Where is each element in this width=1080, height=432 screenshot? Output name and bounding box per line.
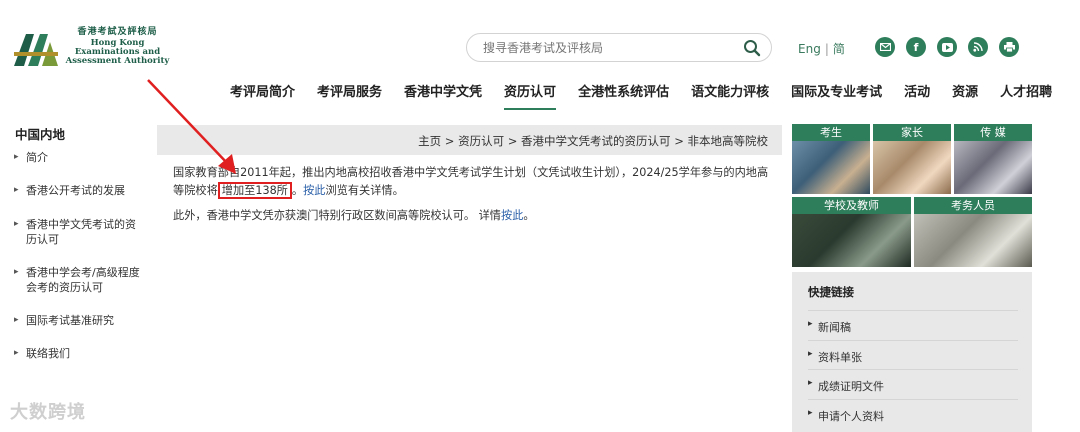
tile-parents-label: 家长 [873,124,951,141]
content-paragraph-1: 国家教育部自2011年起，推出内地高校招收香港中学文凭考试学生计划（文凭试收生计… [173,164,773,200]
tile-media-photo [954,141,1032,194]
details-link-1[interactable]: 按此 [303,184,325,197]
logo-english-line-3: Assessment Authority [65,56,170,66]
quick-link-leaflets[interactable]: 资料单张 [808,340,1018,368]
tile-candidates-label: 考生 [792,124,870,141]
nav-resources[interactable]: 资源 [952,81,978,110]
tile-exam-personnel[interactable]: 考务人员 [914,197,1032,267]
tile-personnel-label: 考务人员 [914,197,1032,214]
search-icon[interactable] [743,39,761,57]
quick-links-panel: 快捷链接 新闻稿 资料单张 成绩证明文件 申请个人资料 [792,272,1032,432]
tile-parents-photo [873,141,951,194]
sidebar-item-development[interactable]: 香港公开考试的发展 [14,183,144,198]
sidebar-item-benchmark[interactable]: 国际考试基准研究 [14,313,144,328]
nav-hkdse[interactable]: 香港中学文凭 [404,81,482,110]
lang-simplified-link[interactable]: 简 [833,42,845,56]
tile-personnel-photo [914,214,1032,267]
details-link-2[interactable]: 按此 [501,209,523,222]
lang-english-link[interactable]: Eng [798,42,821,56]
tile-candidates[interactable]: 考生 [792,124,870,194]
sidebar-item-intro[interactable]: 简介 [14,150,144,165]
nav-international-exams[interactable]: 国际及专业考试 [791,81,882,110]
nav-recognition[interactable]: 资历认可 [504,81,557,110]
tile-schools-label: 学校及教师 [792,197,911,214]
tile-parents[interactable]: 家长 [873,124,951,194]
logo-chinese-name: 香港考試及評核局 [77,27,158,37]
hkeaa-logo[interactable]: 香港考試及評核局 Hong Kong Examinations and Asse… [14,28,169,72]
social-links: f [875,37,1019,57]
nav-lpat[interactable]: 语文能力评核 [691,81,769,110]
tile-media[interactable]: 传 媒 [954,124,1032,194]
lang-separator: | [824,42,829,56]
sidebar-item-hkcee-recognition[interactable]: 香港中学会考/高级程度会考的资历认可 [14,265,144,295]
search-input[interactable] [483,39,733,57]
content-paragraph-2: 此外，香港中学文凭亦获澳门特别行政区数间高等院校认可。 详情按此。 [173,207,773,225]
sidebar-item-contact[interactable]: 联络我们 [14,346,144,361]
nav-careers[interactable]: 人才招聘 [1000,81,1052,110]
quick-link-certificates[interactable]: 成绩证明文件 [808,369,1018,397]
rss-icon[interactable] [968,37,988,57]
tile-candidates-photo [792,141,870,194]
print-icon[interactable] [999,37,1019,57]
breadcrumb-bar: 主页 > 资历认可 > 香港中学文凭考试的资历认可 > 非本地高等院校 [157,125,782,155]
email-icon[interactable] [875,37,895,57]
tile-media-label: 传 媒 [954,124,1032,141]
youtube-icon[interactable] [937,37,957,57]
paragraph-1-period: 。 [291,184,304,197]
quick-link-personal-data[interactable]: 申请个人资料 [808,399,1018,427]
main-nav: 考评局简介 考评局服务 香港中学文凭 资历认可 全港性系统评估 语文能力评核 国… [230,81,1074,110]
language-switch: Eng | 简 [798,40,845,57]
quick-links-title: 快捷链接 [808,285,854,299]
paragraph-2-tail: 。 [523,209,535,222]
nav-events[interactable]: 活动 [904,81,930,110]
facebook-icon[interactable]: f [906,37,926,57]
breadcrumb[interactable]: 主页 > 资历认可 > 香港中学文凭考试的资历认可 > 非本地高等院校 [418,133,768,149]
paragraph-2-text: 此外，香港中学文凭亦获澳门特别行政区数间高等院校认可。 详情 [173,209,501,222]
sidebar-title: 中国内地 [15,127,66,142]
sidebar-item-hkdse-recognition[interactable]: 香港中学文凭考试的资历认可 [14,217,144,247]
search-box [466,33,772,62]
nav-tsa[interactable]: 全港性系统评估 [578,81,669,110]
red-arrow-annotation [147,79,236,174]
highlighted-count: 增加至138所 [217,182,292,199]
tile-schools-photo [792,214,911,267]
logo-text: 香港考試及評核局 Hong Kong Examinations and Asse… [60,28,175,66]
hkeaa-logo-mark-icon [14,34,58,66]
tile-schools-teachers[interactable]: 学校及教师 [792,197,911,267]
nav-services[interactable]: 考评局服务 [317,81,382,110]
watermark: 大数跨境 [10,402,86,423]
paragraph-1-tail: 浏览有关详情。 [325,184,404,197]
quick-link-press-releases[interactable]: 新闻稿 [808,310,1018,338]
